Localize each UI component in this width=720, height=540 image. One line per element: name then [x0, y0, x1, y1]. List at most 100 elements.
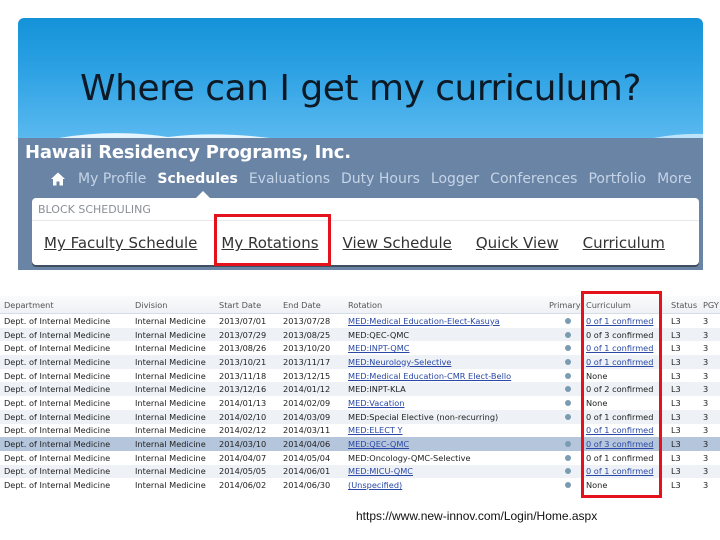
start-date-cell-text: 2014/05/05	[219, 466, 267, 477]
table-row[interactable]: Dept. of Internal Medicine Internal Medic…	[0, 409, 720, 424]
department-cell: Dept. of Internal Medicine	[0, 341, 131, 356]
end-date-cell: 2014/04/06	[279, 437, 344, 451]
nav-item-logger[interactable]: Logger	[431, 171, 479, 187]
end-date-cell: 2014/03/11	[279, 423, 344, 438]
link-view-schedule[interactable]: View Schedule	[343, 234, 452, 252]
link-curriculum[interactable]: Curriculum	[583, 234, 665, 252]
column-header[interactable]: End Date	[279, 296, 344, 314]
wave-decoration	[58, 133, 703, 138]
nav-item-schedules[interactable]: Schedules	[157, 171, 237, 187]
curriculum-cell-link[interactable]: 0 of 1 confirmed	[586, 466, 653, 476]
link-my-rotations[interactable]: My Rotations	[221, 234, 318, 252]
start-date-cell: 2014/05/05	[215, 464, 279, 479]
rotation-cell-link[interactable]: MED:Medical Education-CMR Elect-Bello	[348, 371, 511, 381]
status-cell: L3	[667, 382, 699, 397]
rotation-cell-link[interactable]: (Unspecified)	[348, 480, 402, 490]
start-date-cell-text: 2013/11/18	[219, 370, 267, 381]
status-cell: L3	[667, 355, 699, 369]
rotation-cell-text: MED:INPT-KLA	[348, 384, 406, 395]
rotation-cell-link[interactable]: MED:Vacation	[348, 398, 404, 408]
pgy-cell: 3	[699, 327, 720, 342]
pgy-cell: 3	[699, 396, 720, 410]
rotation-cell-link[interactable]: MED:Neurology-Selective	[348, 357, 451, 367]
column-header[interactable]: Curriculum	[582, 296, 667, 314]
curriculum-cell: 0 of 2 confirmed	[582, 382, 667, 397]
end-date-cell-text: 2014/06/30	[283, 480, 331, 491]
curriculum-cell-text: 0 of 2 confirmed	[586, 384, 654, 395]
curriculum-cell-link[interactable]: 0 of 3 confirmed	[586, 439, 653, 449]
primary-cell	[545, 368, 582, 383]
primary-cell	[545, 450, 582, 465]
link-my-faculty-schedule[interactable]: My Faculty Schedule	[44, 234, 197, 252]
department-cell: Dept. of Internal Medicine	[0, 382, 131, 397]
rotation-cell-link[interactable]: MED:INPT-QMC	[348, 343, 410, 353]
home-icon[interactable]	[50, 171, 66, 187]
table-row[interactable]: Dept. of Internal Medicine Internal Medic…	[0, 437, 720, 451]
table-row[interactable]: Dept. of Internal Medicine Internal Medic…	[0, 368, 720, 383]
status-cell: L3	[667, 437, 699, 451]
table-row[interactable]: Dept. of Internal Medicine Internal Medic…	[0, 423, 720, 438]
start-date-cell: 2013/10/21	[215, 355, 279, 369]
table-row[interactable]: Dept. of Internal Medicine Internal Medic…	[0, 450, 720, 465]
column-header[interactable]: Rotation	[344, 296, 545, 314]
start-date-cell: 2013/07/29	[215, 327, 279, 342]
rotation-cell: MED:Neurology-Selective	[344, 355, 545, 369]
column-header[interactable]: Start Date	[215, 296, 279, 314]
column-header[interactable]: Primary	[545, 296, 582, 314]
sub-links: My Faculty Schedule My Rotations View Sc…	[44, 234, 689, 252]
table-row[interactable]: Dept. of Internal Medicine Internal Medic…	[0, 341, 720, 356]
table-row[interactable]: Dept. of Internal Medicine Internal Medic…	[0, 355, 720, 369]
table-row[interactable]: Dept. of Internal Medicine Internal Medic…	[0, 464, 720, 479]
start-date-cell: 2014/04/07	[215, 450, 279, 465]
nav-item-my-profile[interactable]: My Profile	[78, 171, 146, 187]
rotation-cell: MED:ELECT Y	[344, 423, 545, 438]
end-date-cell-text: 2014/05/04	[283, 452, 331, 463]
column-header[interactable]: Department	[0, 296, 131, 314]
column-header[interactable]: Status	[667, 296, 699, 314]
nav-item-evaluations[interactable]: Evaluations	[249, 171, 330, 187]
nav-item-portfolio[interactable]: Portfolio	[588, 171, 646, 187]
status-cell: L3	[667, 409, 699, 424]
table-row[interactable]: Dept. of Internal Medicine Internal Medic…	[0, 396, 720, 410]
link-quick-view[interactable]: Quick View	[476, 234, 559, 252]
table-row[interactable]: Dept. of Internal Medicine Internal Medic…	[0, 313, 720, 328]
start-date-cell-text: 2013/07/29	[219, 329, 267, 340]
division-cell-text: Internal Medicine	[135, 439, 206, 450]
status-cell-text: L3	[671, 411, 681, 422]
table-row[interactable]: Dept. of Internal Medicine Internal Medic…	[0, 478, 720, 492]
nav-item-duty-hours[interactable]: Duty Hours	[341, 171, 420, 187]
curriculum-cell-link[interactable]: 0 of 1 confirmed	[586, 357, 653, 367]
table-row[interactable]: Dept. of Internal Medicine Internal Medic…	[0, 382, 720, 397]
division-cell-text: Internal Medicine	[135, 466, 206, 477]
rotation-cell-link[interactable]: MED:Medical Education-Elect-Kasuya	[348, 316, 500, 326]
column-header[interactable]: Division	[131, 296, 215, 314]
rotation-cell-text: MED:QEC-QMC	[348, 329, 410, 340]
start-date-cell: 2014/02/12	[215, 423, 279, 438]
department-cell: Dept. of Internal Medicine	[0, 478, 131, 492]
curriculum-cell-link[interactable]: 0 of 1 confirmed	[586, 343, 653, 353]
nav-item-conferences[interactable]: Conferences	[490, 171, 577, 187]
start-date-cell: 2014/02/10	[215, 409, 279, 424]
column-header[interactable]: PGY	[699, 296, 720, 314]
rotation-cell-link[interactable]: MED:MICU-QMC	[348, 466, 413, 476]
department-cell-text: Dept. of Internal Medicine	[4, 466, 111, 477]
department-cell-text: Dept. of Internal Medicine	[4, 315, 111, 326]
status-cell: L3	[667, 368, 699, 383]
end-date-cell: 2014/03/09	[279, 409, 344, 424]
department-cell: Dept. of Internal Medicine	[0, 450, 131, 465]
department-cell: Dept. of Internal Medicine	[0, 327, 131, 342]
primary-indicator-icon	[565, 331, 571, 338]
curriculum-cell-link[interactable]: 0 of 1 confirmed	[586, 425, 653, 435]
nav-item-more[interactable]: More	[657, 171, 692, 187]
curriculum-cell-text: 0 of 1 confirmed	[586, 411, 654, 422]
division-cell: Internal Medicine	[131, 382, 215, 397]
department-cell: Dept. of Internal Medicine	[0, 313, 131, 328]
start-date-cell-text: 2014/02/12	[219, 425, 267, 436]
curriculum-cell-link[interactable]: 0 of 1 confirmed	[586, 316, 653, 326]
rotation-cell: MED:INPT-QMC	[344, 341, 545, 356]
status-cell-text: L3	[671, 439, 681, 450]
table-row[interactable]: Dept. of Internal Medicine Internal Medic…	[0, 327, 720, 342]
start-date-cell-text: 2013/08/26	[219, 343, 267, 354]
rotation-cell-link[interactable]: MED:QEC-QMC	[348, 439, 409, 449]
rotation-cell-link[interactable]: MED:ELECT Y	[348, 425, 403, 435]
